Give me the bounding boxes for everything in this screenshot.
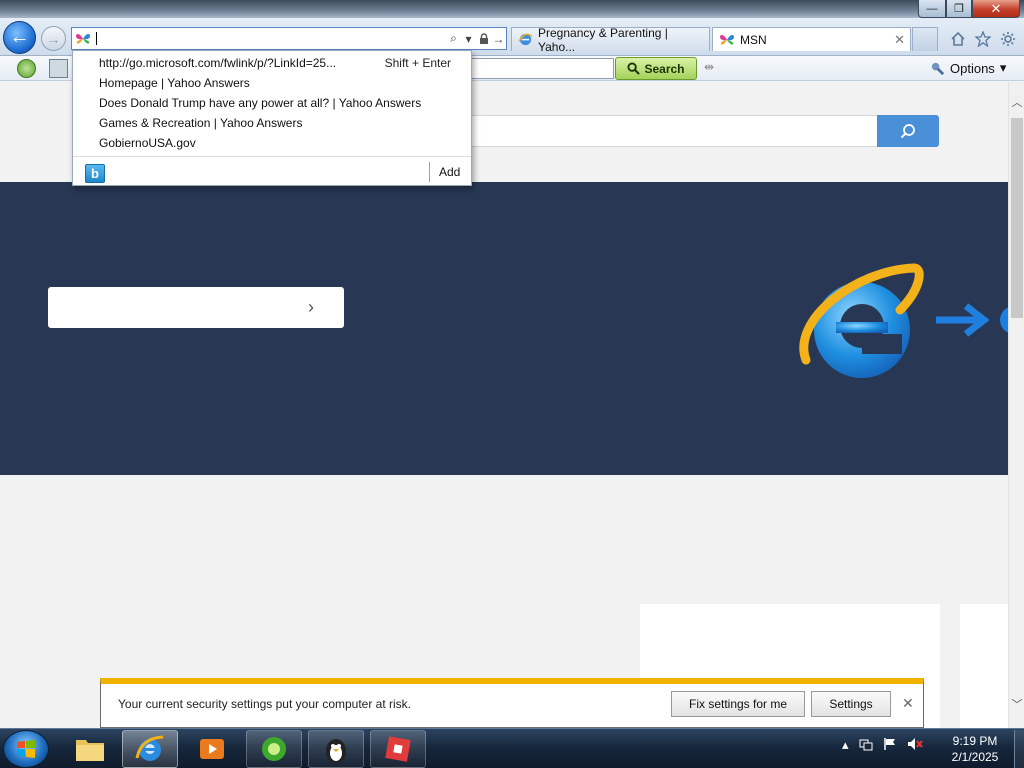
gear-icon[interactable] — [998, 29, 1018, 49]
green-app-icon — [262, 737, 286, 761]
system-clock[interactable]: 9:19 PM 2/1/2025 — [940, 733, 1010, 765]
chevron-right-icon: › — [308, 297, 314, 317]
suggestion-text: Does Donald Trump have any power at all?… — [99, 96, 422, 110]
tab-msn[interactable]: MSN ✕ — [712, 27, 911, 51]
toolbar-search-input[interactable] — [470, 58, 614, 79]
msn-butterfly-icon — [72, 28, 94, 49]
internet-explorer-icon — [135, 735, 164, 761]
taskbar: ▴ 9:19 PM 2/1/2025 — [0, 728, 1024, 768]
address-bar[interactable]: ⌕ ▾ → — [71, 27, 507, 50]
suggestion-text: http://go.microsoft.com/fwlink/p/?LinkId… — [99, 56, 337, 70]
window-title-bar: — ❐ ✕ — [0, 0, 1024, 18]
scroll-down-icon[interactable]: ﹀ — [1009, 696, 1024, 712]
notification-message: Your current security settings put your … — [118, 697, 412, 711]
suggestion-item[interactable]: GobiernoUSA.gov — [73, 133, 471, 153]
start-button[interactable] — [3, 730, 49, 768]
taskbar-roblox[interactable] — [370, 730, 426, 768]
chevron-down-icon[interactable]: ▾ — [461, 29, 476, 48]
search-icon — [900, 124, 915, 139]
ie-icon — [518, 32, 533, 47]
content-card[interactable] — [960, 604, 1008, 728]
system-tray: ▴ — [842, 737, 923, 754]
back-button[interactable]: ← — [3, 21, 36, 54]
lock-icon[interactable] — [476, 29, 491, 48]
toolbar-page-icon[interactable] — [49, 59, 68, 78]
media-player-icon — [200, 739, 224, 759]
folder-icon — [76, 740, 104, 761]
suggestion-text: GobiernoUSA.gov — [99, 136, 196, 150]
search-icon — [627, 62, 641, 75]
wrench-icon — [931, 62, 945, 75]
show-hidden-icons-icon[interactable]: ▴ — [842, 737, 849, 754]
taskbar-penguin-game[interactable] — [308, 730, 364, 768]
volume-muted-icon[interactable] — [907, 737, 923, 754]
address-suggestions-dropdown: http://go.microsoft.com/fwlink/p/?LinkId… — [72, 50, 472, 186]
suggestion-item[interactable]: Does Donald Trump have any power at all?… — [73, 93, 471, 113]
security-notification-bar: Your current security settings put your … — [100, 678, 924, 728]
action-center-flag-icon[interactable] — [883, 737, 897, 754]
windows-logo-icon — [17, 740, 35, 758]
close-icon[interactable]: ✕ — [902, 695, 914, 712]
settings-button[interactable]: Settings — [811, 691, 891, 717]
divider — [429, 162, 430, 182]
suggestion-text: Games & Recreation | Yahoo Answers — [99, 116, 303, 130]
options-menu[interactable]: Options ▾ — [930, 60, 1006, 76]
banner-action-button[interactable]: › — [48, 287, 344, 328]
search-button-label: Search — [644, 61, 685, 76]
close-window-button[interactable]: ✕ — [972, 0, 1020, 18]
toolbar-addon-icon[interactable] — [17, 59, 36, 78]
msn-search-input[interactable] — [470, 115, 878, 147]
divider — [73, 156, 471, 157]
tab-label: Pregnancy & Parenting | Yaho... — [538, 25, 668, 54]
minimize-button[interactable]: — — [918, 0, 946, 18]
internet-explorer-logo-icon — [799, 263, 924, 378]
toolbar-search-button[interactable]: Search — [615, 57, 697, 80]
add-search-provider-button[interactable]: Add — [439, 165, 460, 179]
suggestion-text: Homepage | Yahoo Answers — [99, 76, 250, 90]
go-arrow-icon[interactable]: → — [491, 29, 506, 48]
favorites-star-icon[interactable] — [973, 29, 993, 49]
msn-search-button[interactable] — [877, 115, 939, 147]
suggestion-item[interactable]: Games & Recreation | Yahoo Answers — [73, 113, 471, 133]
new-tab-button[interactable] — [912, 27, 938, 51]
address-input[interactable] — [97, 29, 446, 48]
forward-button[interactable]: → — [41, 26, 66, 51]
scrollbar-thumb[interactable] — [1011, 118, 1023, 318]
close-tab-icon[interactable]: ✕ — [894, 32, 905, 48]
bing-search-provider-icon[interactable]: b — [85, 164, 105, 183]
options-label: Options — [950, 60, 995, 76]
search-icon[interactable]: ⌕ — [446, 29, 461, 48]
clock-time: 9:19 PM — [952, 734, 998, 748]
fix-settings-button[interactable]: Fix settings for me — [671, 691, 805, 717]
arrow-right-icon — [936, 303, 1008, 337]
chevron-down-icon: ▾ — [999, 60, 1007, 75]
show-desktop-button[interactable] — [1014, 730, 1024, 768]
promo-banner: › — [0, 182, 1008, 475]
roblox-icon — [385, 736, 411, 762]
page-scrollbar[interactable]: ︿ ﹀ — [1008, 82, 1024, 728]
taskbar-green-app[interactable] — [246, 730, 302, 768]
penguin-game-icon — [326, 739, 346, 763]
taskbar-media-player[interactable] — [184, 730, 240, 768]
msn-butterfly-icon — [719, 33, 735, 47]
toolbar-grip-icon[interactable]: ⇹ — [704, 60, 714, 74]
taskbar-file-explorer[interactable] — [62, 730, 118, 768]
suggestion-item[interactable]: Homepage | Yahoo Answers — [73, 73, 471, 93]
home-icon[interactable] — [948, 29, 968, 49]
suggestion-hint: Shift + Enter — [384, 56, 451, 70]
suggestion-item[interactable]: http://go.microsoft.com/fwlink/p/?LinkId… — [73, 53, 471, 73]
tab-yahoo-answers[interactable]: Pregnancy & Parenting | Yaho... — [511, 25, 710, 54]
taskbar-internet-explorer[interactable] — [122, 730, 178, 768]
tab-label: MSN — [740, 32, 767, 47]
maximize-button[interactable]: ❐ — [946, 0, 972, 18]
network-icon[interactable] — [859, 737, 873, 754]
scroll-up-icon[interactable]: ︿ — [1009, 94, 1024, 110]
clock-date: 2/1/2025 — [951, 750, 999, 764]
